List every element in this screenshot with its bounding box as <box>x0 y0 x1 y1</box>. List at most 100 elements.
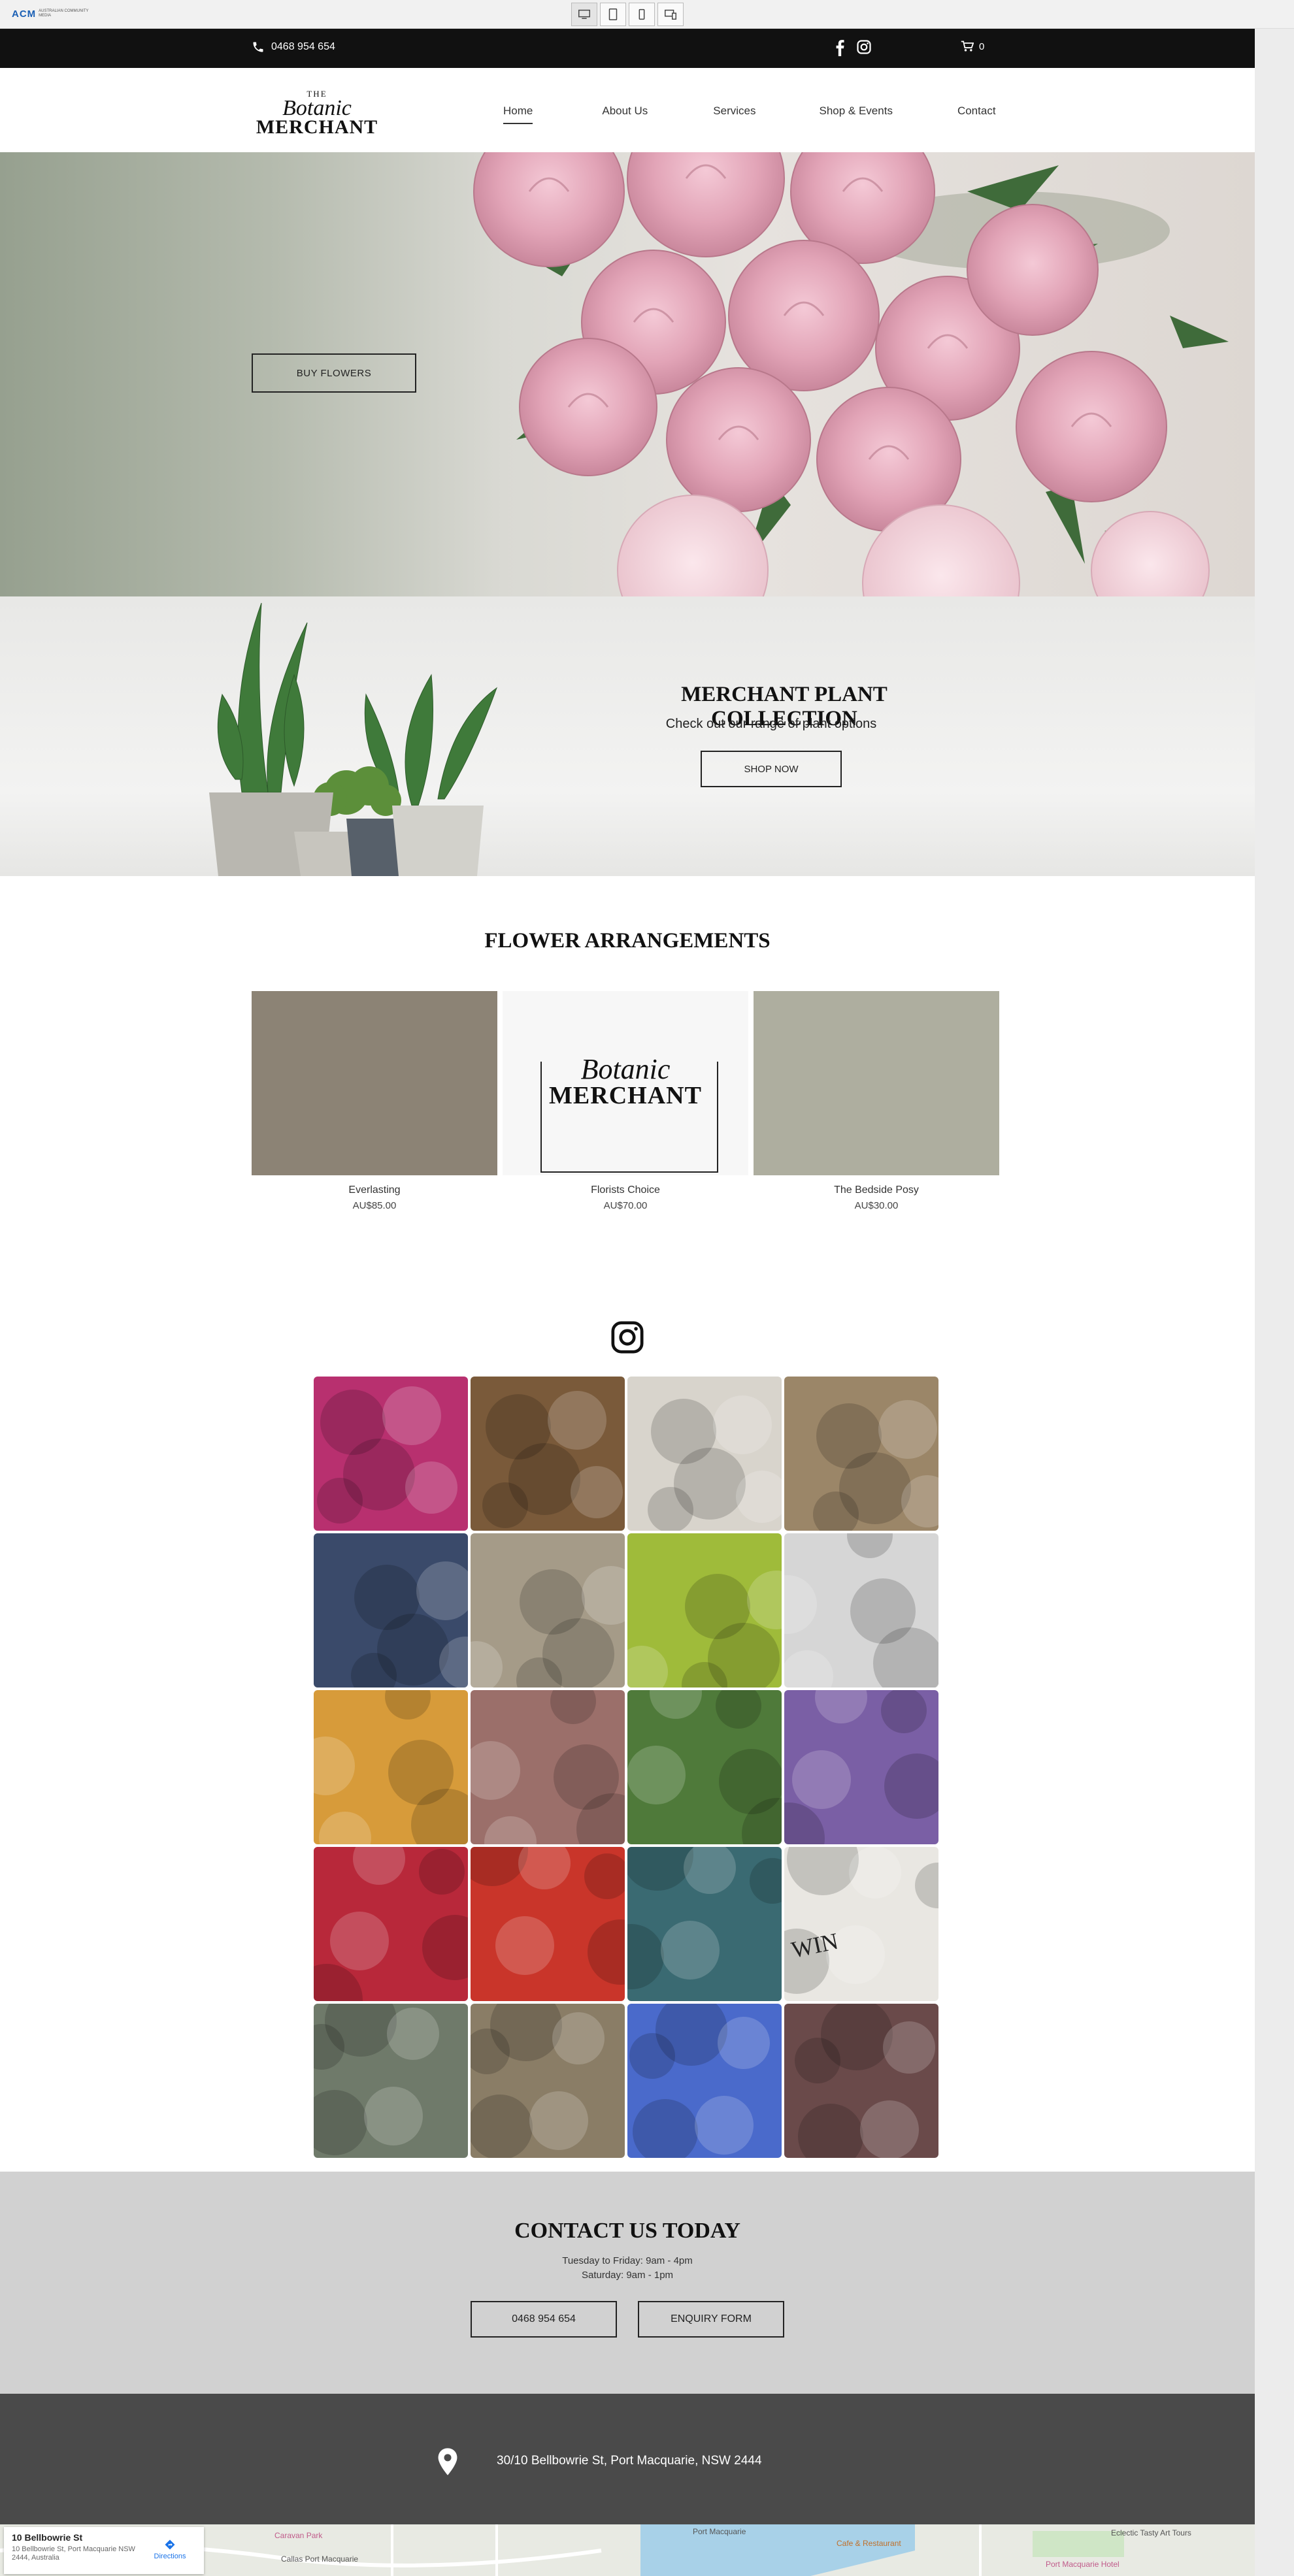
instagram-post[interactable] <box>314 1847 468 2001</box>
instagram-post[interactable] <box>314 2004 468 2158</box>
instagram-post-image <box>627 1690 782 1844</box>
instagram-post[interactable] <box>627 1847 782 2001</box>
directions-label: Directions <box>154 2552 186 2560</box>
instagram-post-image <box>627 1571 782 1687</box>
instagram-post-image <box>314 2004 439 2155</box>
instagram-icon[interactable] <box>856 39 872 55</box>
acm-logo[interactable]: ACM AUSTRALIAN COMMUNITY MEDIA <box>12 7 91 21</box>
instagram-post[interactable] <box>627 2004 782 2158</box>
instagram-post[interactable] <box>471 1533 625 1687</box>
instagram-post[interactable] <box>471 1847 625 2001</box>
product-placeholder-image[interactable]: Botanic MERCHANT <box>503 991 748 1175</box>
product-card[interactable]: Botanic MERCHANT Florists Choice AU$70.0… <box>503 991 748 1211</box>
instagram-post-image <box>314 1847 468 2001</box>
arrangements-grid: Everlasting AU$85.00 Botanic MERCHANT Fl… <box>252 991 999 1211</box>
instagram-post-image <box>471 1690 625 1844</box>
instagram-post[interactable] <box>314 1377 468 1531</box>
embedded-map[interactable]: Caravan Park Port Macquarie Eclectic Tas… <box>0 2524 1255 2576</box>
instagram-post[interactable] <box>314 1533 468 1687</box>
plant-collection-subtitle: Check out our range of plant options <box>665 717 877 731</box>
tablet-view-button[interactable] <box>600 3 626 26</box>
instagram-post[interactable] <box>471 1690 625 1844</box>
shop-now-button[interactable]: SHOP NOW <box>701 751 842 787</box>
top-bar: 0468 954 654 0 <box>0 29 1255 68</box>
instagram-icon[interactable] <box>609 1319 646 1356</box>
top-phone-link[interactable]: 0468 954 654 <box>252 41 335 54</box>
instagram-post[interactable] <box>627 1377 782 1531</box>
map-label: Callas Port Macquarie <box>281 2554 359 2564</box>
product-image[interactable] <box>754 991 999 1175</box>
acm-logo-text: ACM <box>12 8 37 20</box>
instagram-post-image <box>813 1400 938 1531</box>
product-price: AU$70.00 <box>603 1200 648 1211</box>
nav-item-home[interactable]: Home <box>503 105 533 124</box>
mobile-view-button[interactable] <box>629 3 655 26</box>
logo-botanic: Botanic <box>282 96 352 120</box>
nav-item-about-us[interactable]: About Us <box>602 105 648 124</box>
potted-plants-image <box>209 602 498 876</box>
instagram-post-image <box>351 1561 468 1687</box>
product-name[interactable]: Florists Choice <box>503 1184 748 1196</box>
contact-title: CONTACT US TODAY <box>514 2219 740 2243</box>
instagram-post-image: WIN <box>784 1847 938 1994</box>
map-label: Caravan Park <box>274 2531 323 2540</box>
desktop-view-button[interactable] <box>571 3 597 26</box>
scrollbar-track[interactable] <box>1255 29 1294 2576</box>
placeholder-logo-merchant: MERCHANT <box>549 1082 702 1109</box>
location-pin-icon <box>438 2448 457 2475</box>
plant-collection-banner: MERCHANT PLANT COLLECTION Check out our … <box>0 596 1255 876</box>
product-price: AU$30.00 <box>854 1200 899 1211</box>
product-name[interactable]: Everlasting <box>252 1184 497 1196</box>
nav-item-contact[interactable]: Contact <box>957 105 996 124</box>
map-directions-link[interactable]: Directions <box>152 2539 188 2560</box>
instagram-post-image <box>629 2004 770 2158</box>
flower-arrangements-title: FLOWER ARRANGEMENTS <box>484 929 771 953</box>
instagram-post[interactable] <box>784 1377 938 1531</box>
mobile-icon <box>639 8 645 20</box>
instagram-post[interactable] <box>471 1377 625 1531</box>
enquiry-form-button[interactable]: ENQUIRY FORM <box>638 2301 784 2338</box>
site-logo[interactable]: THE Botanic MERCHANT <box>255 89 379 138</box>
nav-item-shop-events[interactable]: Shop & Events <box>819 105 892 124</box>
cart-icon <box>961 41 974 52</box>
directions-icon <box>165 2539 175 2550</box>
map-card-address: 10 Bellbowrie St, Port Macquarie NSW 244… <box>12 2545 135 2562</box>
store-address: 30/10 Bellbowrie St, Port Macquarie, NSW… <box>497 2454 762 2468</box>
desktop-icon <box>578 9 590 19</box>
cart-link[interactable]: 0 <box>961 41 984 52</box>
instagram-post[interactable] <box>471 2004 625 2158</box>
instagram-post[interactable] <box>627 1533 782 1687</box>
instagram-post[interactable]: WIN <box>784 1847 938 2001</box>
responsive-view-button[interactable] <box>657 3 684 26</box>
tablet-icon <box>608 8 618 20</box>
website-page: 0468 954 654 0 THE Botanic MERCHANT Home… <box>0 29 1255 2576</box>
logo-merchant: MERCHANT <box>256 116 378 138</box>
phone-icon <box>253 42 263 52</box>
product-card[interactable]: Everlasting AU$85.00 <box>252 991 497 1211</box>
instagram-post[interactable] <box>784 1533 938 1687</box>
nav-item-services[interactable]: Services <box>713 105 755 124</box>
top-phone-number: 0468 954 654 <box>271 41 335 52</box>
instagram-post[interactable] <box>784 2004 938 2158</box>
product-image[interactable] <box>252 991 497 1175</box>
map-label: Port Macquarie Hotel <box>1046 2560 1120 2569</box>
call-phone-button[interactable]: 0468 954 654 <box>471 2301 617 2338</box>
map-label: Port Macquarie <box>693 2527 746 2536</box>
instagram-post[interactable] <box>314 1690 468 1844</box>
product-name[interactable]: The Bedside Posy <box>754 1184 999 1196</box>
product-card[interactable]: The Bedside Posy AU$30.00 <box>754 991 999 1211</box>
map-label: Cafe & Restaurant <box>837 2539 901 2548</box>
editor-toolbar: ACM AUSTRALIAN COMMUNITY MEDIA <box>0 0 1294 29</box>
responsive-icon <box>665 9 676 20</box>
instagram-post-image <box>784 1533 938 1687</box>
buy-flowers-button[interactable]: BUY FLOWERS <box>252 353 416 393</box>
map-label: Eclectic Tasty Art Tours <box>1111 2528 1191 2537</box>
main-nav: Home About Us Services Shop & Events Con… <box>503 105 996 124</box>
facebook-icon[interactable] <box>835 39 844 56</box>
instagram-post[interactable] <box>627 1690 782 1844</box>
instagram-post-image <box>314 1690 468 1844</box>
instagram-post[interactable] <box>784 1690 938 1844</box>
hours-saturday: Saturday: 9am - 1pm <box>581 2270 674 2281</box>
map-info-card: 10 Bellbowrie St 10 Bellbowrie St, Port … <box>4 2527 204 2574</box>
instagram-post-image <box>317 1386 457 1524</box>
